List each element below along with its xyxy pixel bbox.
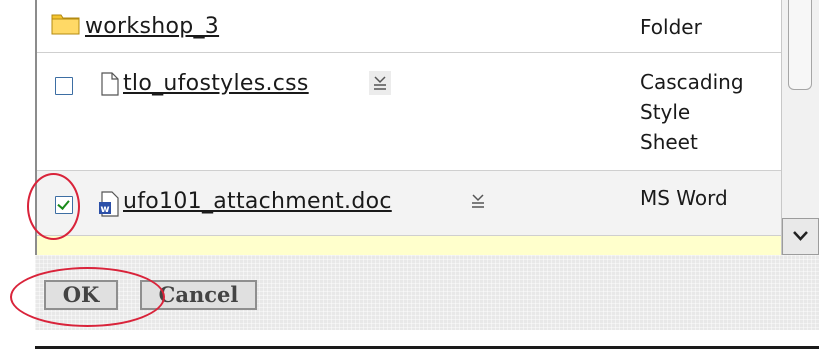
file-row: tlo_ufostyles.css Cascading Style Sheet xyxy=(37,53,783,171)
vertical-scrollbar[interactable] xyxy=(781,0,819,255)
scroll-down-button[interactable] xyxy=(782,218,819,255)
actions-menu-icon[interactable] xyxy=(467,189,489,213)
ok-button[interactable]: OK xyxy=(44,280,118,310)
file-name-link[interactable]: tlo_ufostyles.css xyxy=(123,71,309,96)
file-type: Folder xyxy=(640,15,702,39)
file-select-checkbox[interactable] xyxy=(55,77,73,95)
folder-icon xyxy=(51,11,81,39)
file-row: workshop_3 Folder xyxy=(37,0,783,53)
word-document-icon: w xyxy=(99,191,119,221)
actions-menu-icon[interactable] xyxy=(369,71,391,95)
list-item[interactable] xyxy=(37,236,783,255)
file-type: MS Word xyxy=(640,186,728,210)
file-row: w ufo101_attachment.doc MS Word xyxy=(37,171,783,236)
file-select-checkbox[interactable] xyxy=(55,196,73,214)
scrollbar-thumb[interactable] xyxy=(788,0,812,90)
svg-text:w: w xyxy=(100,204,109,215)
cancel-button[interactable]: Cancel xyxy=(140,280,257,310)
divider xyxy=(35,346,819,349)
file-name-link[interactable]: ufo101_attachment.doc xyxy=(123,189,392,214)
document-icon xyxy=(101,72,119,100)
file-name-link[interactable]: workshop_3 xyxy=(85,14,219,39)
chevron-down-icon xyxy=(793,231,808,241)
file-list: workshop_3 Folder tlo_ufostyles.css Casc… xyxy=(35,0,783,255)
file-type: Cascading Style Sheet xyxy=(640,70,744,154)
